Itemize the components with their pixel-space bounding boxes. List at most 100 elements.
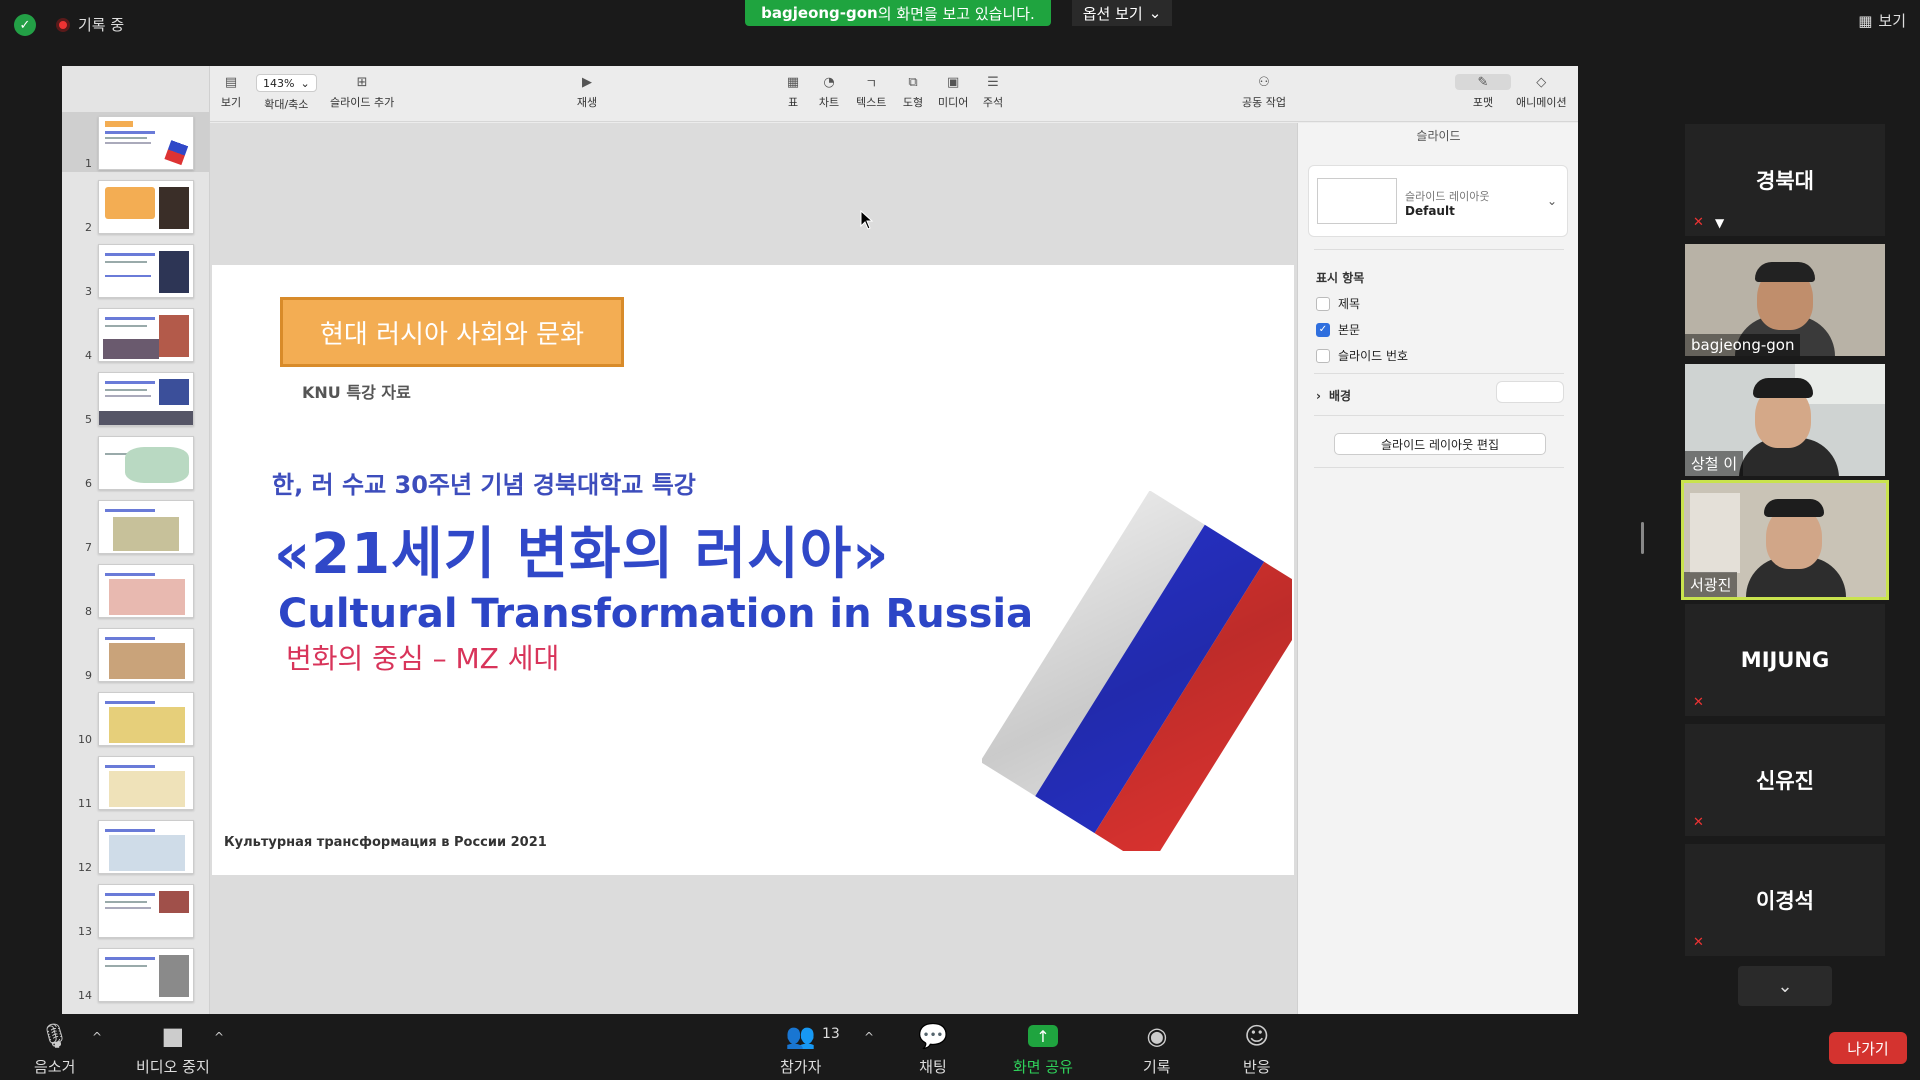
slide-thumbnail[interactable]: 13 [62,880,209,940]
participant-tile[interactable]: 경북대 ✕ ▼ [1685,124,1885,236]
participant-tile[interactable]: 이경석 ✕ [1685,844,1885,956]
record-button[interactable]: ◉ 기록 [1143,1022,1171,1077]
participant-name: 상철 이 [1685,451,1744,476]
slide-thumbnail-image [98,436,194,490]
animate-icon: ◇ [1536,74,1547,90]
slide-number-checkbox[interactable] [1316,348,1330,363]
zoom-value: 143% ⌄ [256,74,317,92]
slide-number: 1 [85,157,92,170]
slide-thumbnail[interactable]: 4 [62,304,209,364]
slide-thumbnail-image [98,692,194,746]
share-screen-button[interactable]: ↑ 화면 공유 [1013,1022,1073,1077]
slide-number: 13 [78,925,92,938]
share-screen-icon: ↑ [1027,1025,1058,1047]
view-options-button[interactable]: 옵션 보기 ⌄ [1072,0,1172,26]
slide-thumbnail[interactable]: 14 [62,944,209,1004]
reactions-button[interactable]: ☺ 반응 [1243,1022,1271,1077]
media-button[interactable]: ▣ 미디어 [938,74,968,110]
animate-button[interactable]: ◇ 애니메이션 [1516,74,1567,110]
divider [1314,415,1564,416]
recording-indicator[interactable]: 기록 중 [56,14,124,35]
slide-thumbnail[interactable]: 10 [62,688,209,748]
edit-slide-layout-button[interactable]: 슬라이드 레이아웃 편집 [1334,433,1546,455]
panel-resize-handle[interactable] [1641,522,1644,554]
view-button[interactable]: ▦ 보기 [1858,10,1906,31]
comment-button[interactable]: ☰ 주석 [982,74,1004,110]
participant-tile-active-speaker[interactable]: 서광진 [1681,480,1889,600]
slide-thumbnail[interactable]: 1 [62,112,209,172]
chat-button[interactable]: 💬 채팅 [918,1022,948,1077]
slide-thumbnail[interactable]: 9 [62,624,209,684]
body-checkbox-row[interactable]: ✓ 본문 [1316,321,1360,338]
slide-number-checkbox-row[interactable]: 슬라이드 번호 [1316,347,1408,364]
leave-meeting-button[interactable]: 나가기 [1829,1032,1907,1064]
shared-keynote-window: 1 2 3 4 5 6 7 8 9 10 11 12 13 14 ▤ 보기 14… [62,66,1578,1014]
participants-scroll-down-button[interactable]: ⌄ [1738,966,1832,1006]
slide-thumbnail[interactable]: 11 [62,752,209,812]
slide-english-title: Cultural Transformation in Russia [278,591,1034,637]
slide-thumbnail-image [98,948,194,1002]
chart-button[interactable]: ◔ 차트 [818,74,840,110]
slide-layout-selector[interactable]: 슬라이드 레이아웃 Default ⌄ [1308,165,1568,237]
zoom-value-text: 143% [263,76,295,90]
hair-shape [1764,499,1824,517]
slide-thumbnail[interactable]: 2 [62,176,209,236]
slide-number: 12 [78,861,92,874]
slide-thumbnail[interactable]: 7 [62,496,209,556]
participant-tile[interactable]: 상철 이 [1685,364,1885,476]
security-shield-icon[interactable]: ✓ [14,14,36,36]
participant-tile[interactable]: bagjeong-gon [1685,244,1885,356]
mic-muted-icon: ✕ [1693,935,1704,950]
play-button[interactable]: ▶ 재생 [576,74,598,110]
zoom-menu-button[interactable]: 143% ⌄ 확대/축소 [256,74,317,112]
mute-button[interactable]: 🎙 음소거 [34,1022,75,1077]
chevron-down-icon: ⌄ [1148,4,1162,22]
body-checkbox[interactable]: ✓ [1316,322,1330,337]
mic-muted-icon: ✕ [1693,695,1704,710]
zoom-window: ✓ 기록 중 bagjeong-gon 의 화면을 보고 있습니다. 옵션 보기 … [0,0,1920,1080]
shape-button[interactable]: ⧉ 도형 [902,74,924,110]
stop-video-button[interactable]: ■ 비디오 중지 [136,1022,210,1077]
banner-text: 의 화면을 보고 있습니다. [877,4,1035,23]
toolbar-label: 공동 작업 [1242,96,1286,109]
image-icon: ▣ [947,74,960,90]
checkbox-label: 제목 [1338,297,1361,311]
text-button[interactable]: ㄱ 텍스트 [856,74,886,110]
video-options-caret-icon[interactable]: ^ [214,1030,224,1044]
participant-tile[interactable]: MIJUNG ✕ [1685,604,1885,716]
toolbar-label: 주석 [982,96,1004,109]
slide-canvas[interactable]: 현대 러시아 사회와 문화 KNU 특강 자료 한, 러 수교 30주년 기념 … [210,123,1297,1014]
pin-icon: ▼ [1715,216,1725,230]
slide-thumbnail-image [98,564,194,618]
participant-name: bagjeong-gon [1685,334,1801,356]
participants-button[interactable]: 👥 참가자 [780,1022,821,1077]
meeting-controls-bar: 🎙 음소거 ^ ■ 비디오 중지 ^ 👥 참가자 13 ^ 💬 채팅 ↑ 화면 공유 ◉ 기… [0,1018,1920,1080]
slide-number: 8 [85,605,92,618]
slide-thumbnail[interactable]: 3 [62,240,209,300]
collaborate-button[interactable]: ⚇ 공동 작업 [1242,74,1286,110]
slide-number: 11 [78,797,92,810]
view-menu-button[interactable]: ▤ 보기 [220,74,242,110]
background-color-swatch[interactable] [1496,381,1564,403]
add-slide-button[interactable]: ⊞ 슬라이드 추가 [330,74,394,110]
slide-thumbnail[interactable]: 6 [62,432,209,492]
format-button[interactable]: ✎ 포맷 [1455,74,1511,110]
slide-thumbnail-image [98,116,194,170]
slide-navigator[interactable]: 1 2 3 4 5 6 7 8 9 10 11 12 13 14 [62,66,210,1014]
title-checkbox[interactable] [1316,296,1330,311]
background-disclosure[interactable]: › 배경 [1316,387,1351,404]
slide-thumbnail[interactable]: 12 [62,816,209,876]
russian-flag-image [982,491,1292,851]
title-checkbox-row[interactable]: 제목 [1316,295,1360,312]
emoji-icon: ☺ [1244,1022,1270,1050]
slide-thumbnail[interactable]: 5 [62,368,209,428]
slide-number: 4 [85,349,92,362]
slide-thumbnail-image [98,372,194,426]
current-slide[interactable]: 현대 러시아 사회와 문화 KNU 특강 자료 한, 러 수교 30주년 기념 … [212,265,1294,875]
slide-thumbnail[interactable]: 8 [62,560,209,620]
participants-options-caret-icon[interactable]: ^ [864,1030,874,1044]
background-shape [1690,493,1740,573]
audio-options-caret-icon[interactable]: ^ [92,1030,102,1044]
participant-tile[interactable]: 신유진 ✕ [1685,724,1885,836]
table-button[interactable]: ▦ 표 [782,74,804,110]
